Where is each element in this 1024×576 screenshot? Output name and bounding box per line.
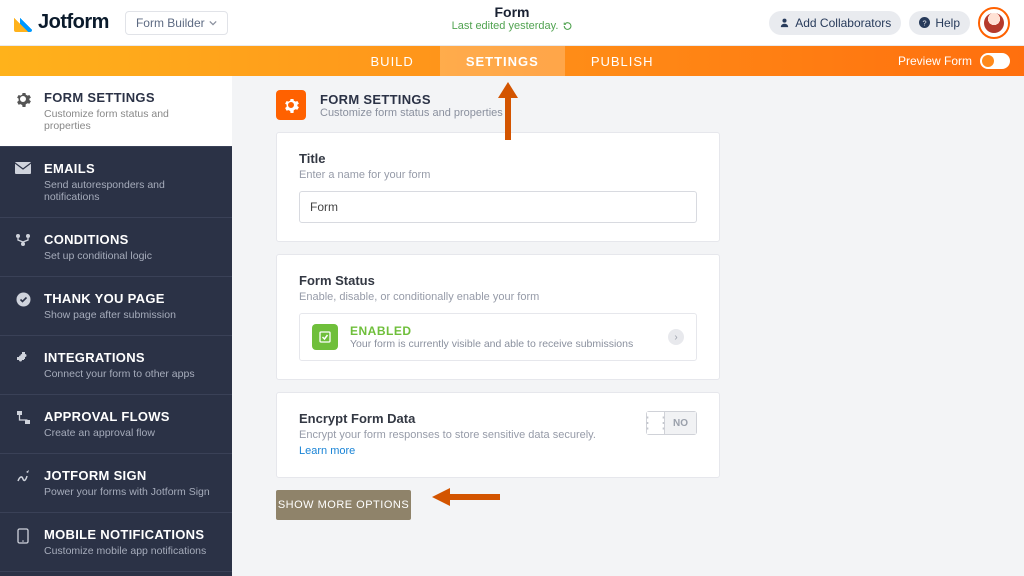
mobile-icon — [14, 528, 32, 544]
sidebar-item-jotform-sign[interactable]: JOTFORM SIGNPower your forms with Jotfor… — [0, 454, 232, 513]
grip-icon: ⋮⋮ — [647, 412, 665, 434]
title-help: Enter a name for your form — [299, 169, 697, 181]
form-builder-dropdown[interactable]: Form Builder — [125, 11, 228, 35]
encrypt-card: Encrypt Form Data Encrypt your form resp… — [276, 392, 720, 478]
revert-icon[interactable] — [562, 21, 572, 31]
logo-text: Jotform — [38, 11, 109, 34]
sidebar-item-mobile-notifications[interactable]: MOBILE NOTIFICATIONSCustomize mobile app… — [0, 513, 232, 572]
show-more-options-button[interactable]: SHOW MORE OPTIONS — [276, 490, 411, 520]
preview-form-label: Preview Form — [898, 54, 972, 68]
avatar[interactable] — [978, 7, 1010, 39]
sidebar-item-label: EMAILS — [44, 161, 218, 176]
panel-subtitle: Customize form status and properties — [320, 107, 503, 119]
title-label: Title — [299, 151, 697, 166]
sidebar-item-thank-you[interactable]: THANK YOU PAGEShow page after submission — [0, 277, 232, 336]
mail-icon — [14, 162, 32, 174]
sidebar-item-conditions[interactable]: CONDITIONSSet up conditional logic — [0, 218, 232, 277]
check-circle-icon — [14, 292, 32, 307]
status-sub: Your form is currently visible and able … — [350, 338, 633, 350]
status-card: Form Status Enable, disable, or conditio… — [276, 254, 720, 380]
sidebar-item-label: APPROVAL FLOWS — [44, 409, 170, 424]
annotation-arrow-right-icon — [432, 482, 502, 512]
logo[interactable]: Jotform — [14, 11, 109, 34]
encrypt-toggle[interactable]: ⋮⋮ NO — [646, 411, 697, 435]
top-bar: Jotform Form Builder Form Last edited ye… — [0, 0, 1024, 46]
form-builder-label: Form Builder — [136, 16, 205, 30]
status-title: ENABLED — [350, 324, 633, 338]
encrypt-toggle-label: NO — [665, 412, 696, 434]
sidebar: FORM SETTINGSCustomize form status and p… — [0, 76, 232, 576]
sidebar-item-label: MOBILE NOTIFICATIONS — [44, 527, 206, 542]
status-help: Enable, disable, or conditionally enable… — [299, 291, 697, 303]
tab-bar: BUILD SETTINGS PUBLISH Preview Form — [0, 46, 1024, 76]
flow-icon — [14, 410, 32, 425]
sidebar-item-label: JOTFORM SIGN — [44, 468, 210, 483]
avatar-image — [984, 13, 1004, 33]
chevron-down-icon — [209, 19, 217, 27]
preview-toggle[interactable] — [980, 53, 1010, 69]
sidebar-item-integrations[interactable]: INTEGRATIONSConnect your form to other a… — [0, 336, 232, 395]
status-selector[interactable]: ENABLED Your form is currently visible a… — [299, 313, 697, 361]
title-input[interactable] — [299, 191, 697, 223]
status-label: Form Status — [299, 273, 697, 288]
encrypt-help: Encrypt your form responses to store sen… — [299, 429, 646, 441]
form-title[interactable]: Form — [452, 4, 573, 20]
signature-icon — [14, 469, 32, 484]
sidebar-item-label: FORM SETTINGS — [44, 90, 218, 105]
sidebar-item-approval-flows[interactable]: APPROVAL FLOWSCreate an approval flow — [0, 395, 232, 454]
add-collaborators-button[interactable]: Add Collaborators — [769, 11, 901, 35]
sidebar-item-label: THANK YOU PAGE — [44, 291, 176, 306]
branch-icon — [14, 233, 32, 247]
logo-icon — [14, 14, 32, 32]
panel-title: FORM SETTINGS — [320, 92, 503, 107]
tab-build[interactable]: BUILD — [345, 46, 440, 76]
gear-icon — [276, 90, 306, 120]
encrypt-label: Encrypt Form Data — [299, 411, 646, 426]
question-icon: ? — [919, 17, 930, 28]
last-edited: Last edited yesterday. — [452, 20, 573, 32]
top-center: Form Last edited yesterday. — [452, 4, 573, 32]
sidebar-item-emails[interactable]: EMAILSSend autoresponders and notificati… — [0, 147, 232, 218]
puzzle-icon — [14, 351, 32, 366]
tab-publish[interactable]: PUBLISH — [565, 46, 680, 76]
sidebar-item-label: CONDITIONS — [44, 232, 152, 247]
title-card: Title Enter a name for your form — [276, 132, 720, 242]
sidebar-item-form-settings[interactable]: FORM SETTINGSCustomize form status and p… — [0, 76, 232, 147]
person-icon — [779, 17, 790, 28]
chevron-right-icon: › — [668, 329, 684, 345]
help-button[interactable]: ? Help — [909, 11, 970, 35]
gear-icon — [14, 91, 32, 107]
sidebar-item-label: INTEGRATIONS — [44, 350, 195, 365]
enabled-icon — [312, 324, 338, 350]
annotation-arrow-down-icon — [488, 82, 528, 142]
learn-more-link[interactable]: Learn more — [299, 445, 355, 457]
tab-settings[interactable]: SETTINGS — [440, 46, 565, 76]
svg-text:?: ? — [923, 18, 927, 27]
main-panel: FORM SETTINGS Customize form status and … — [232, 76, 1024, 576]
